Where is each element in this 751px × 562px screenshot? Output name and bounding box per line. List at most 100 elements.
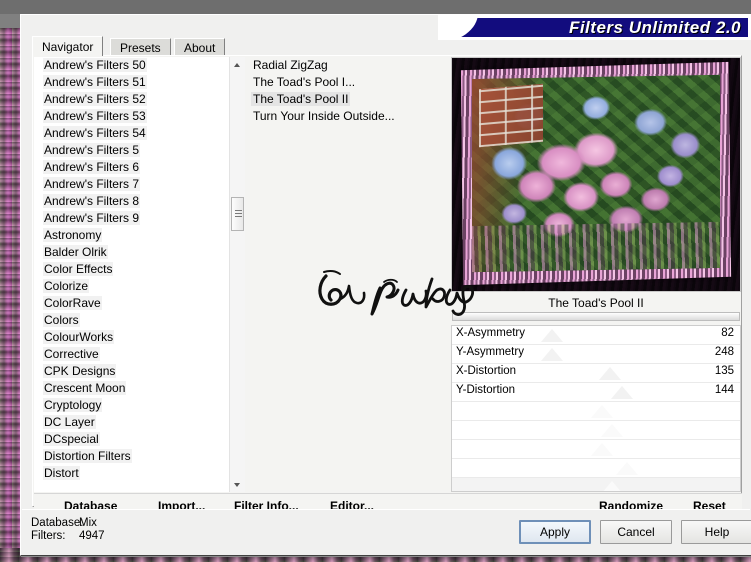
slider-handle-icon[interactable] [616,462,638,475]
slider-handle-icon[interactable] [611,386,633,399]
category-list-item[interactable]: Distort [34,465,237,482]
status-filters-key: Filters: [31,530,66,542]
filter-list-item-label: The Toad's Pool I... [253,75,356,89]
parameter-slider-row-empty[interactable] [452,421,740,440]
category-list-item[interactable]: Colorize [34,278,237,295]
category-list-item[interactable]: Andrew's Filters 7 [34,176,237,193]
filter-list-item[interactable]: The Toad's Pool I... [245,74,448,91]
parameter-slider-list[interactable]: X-Asymmetry 82 Y-Asymmetry 248 X-Distortion 1… [451,325,741,492]
parameter-slider-row-empty[interactable] [452,402,740,421]
category-list-item[interactable]: Colors [34,312,237,329]
parameter-slider-row-empty[interactable] [452,440,740,459]
category-list-item-label: DCspecial [43,432,100,446]
filter-list-item-label: Turn Your Inside Outside... [253,109,395,123]
navigator-content-panel: Andrew's Filters 50 Andrew's Filters 51 An… [32,55,742,520]
category-list-scrollbar[interactable] [229,57,245,492]
category-list-item[interactable]: Andrew's Filters 52 [34,91,237,108]
category-list-item[interactable]: ColorRave [34,295,237,312]
filter-preview-image[interactable] [451,57,741,292]
category-list-item[interactable]: Andrew's Filters 53 [34,108,237,125]
slider-handle-icon[interactable] [541,348,563,361]
parameter-name: Y-Distortion [456,384,516,396]
category-list-item-label: Color Effects [43,262,114,276]
status-filters-value: 4947 [79,530,105,542]
apply-button[interactable]: Apply [519,520,591,544]
category-list-item[interactable]: Balder Olrik [34,244,237,261]
category-list-item[interactable]: Andrew's Filters 8 [34,193,237,210]
preview-progress-bar[interactable] [452,312,740,321]
category-list-item[interactable]: Andrew's Filters 5 [34,142,237,159]
filter-list-item[interactable]: Turn Your Inside Outside... [245,108,448,125]
scroll-up-arrow-icon[interactable] [230,57,245,72]
tab-bar: Navigator Presets About [32,36,742,56]
filter-list-item-label: The Toad's Pool II [251,92,351,106]
category-list-item[interactable]: DCspecial [34,431,237,448]
category-list-item[interactable]: DC Layer [34,414,237,431]
category-list-item-label: ColourWorks [43,330,115,344]
category-list[interactable]: Andrew's Filters 50 Andrew's Filters 51 An… [34,57,237,492]
status-database-key: Database: [31,517,84,529]
category-list-item-label: Andrew's Filters 6 [43,160,140,174]
category-list-item[interactable]: Andrew's Filters 54 [34,125,237,142]
category-list-item[interactable]: Color Effects [34,261,237,278]
tab-about[interactable]: About [174,38,226,55]
category-list-item-label: Distort [43,466,80,480]
preview-and-parameters-panel: The Toad's Pool II X-Asymmetry 82 Y-Asymme… [451,57,741,492]
category-list-item[interactable]: Andrew's Filters 6 [34,159,237,176]
category-list-item[interactable]: CPK Designs [34,363,237,380]
slider-handle-icon[interactable] [599,367,621,380]
parameter-slider-row[interactable]: Y-Distortion 144 [452,383,740,402]
category-list-item-label: Andrew's Filters 52 [43,92,147,106]
category-list-item-label: Astronomy [43,228,103,242]
screenshot-root: Filters Unlimited 2.0 Navigator Presets … [0,0,751,562]
preview-photo-hydrangeas [472,74,720,273]
category-list-item-label: Colors [43,313,80,327]
parameter-name: Y-Asymmetry [456,346,524,358]
category-list-item-label: ColorRave [43,296,102,310]
tab-presets[interactable]: Presets [110,38,171,55]
slider-handle-icon[interactable] [591,405,613,418]
category-list-item-label: Andrew's Filters 53 [43,109,147,123]
category-list-item-label: Crescent Moon [43,381,127,395]
tab-navigator[interactable]: Navigator [32,36,104,56]
category-list-item-label: Corrective [43,347,100,361]
filter-list-item-selected[interactable]: The Toad's Pool II [245,91,448,108]
category-list-item[interactable]: Andrew's Filters 50 [34,57,237,74]
status-database-value: Mix [79,517,97,529]
category-list-item[interactable]: Corrective [34,346,237,363]
category-list-item[interactable]: Crescent Moon [34,380,237,397]
slider-handle-icon[interactable] [591,443,613,456]
app-title: Filters Unlimited 2.0 [568,18,741,37]
category-list-item[interactable]: Astronomy [34,227,237,244]
category-list-item[interactable]: ColourWorks [34,329,237,346]
category-list-item-label: Colorize [43,279,90,293]
parameter-value: 144 [714,384,734,396]
parameter-slider-row-empty[interactable] [452,459,740,478]
filter-list-item[interactable]: Radial ZigZag [245,57,448,74]
parameter-slider-row[interactable]: Y-Asymmetry 248 [452,345,740,364]
preview-brick-wall [479,83,544,147]
category-list-item[interactable]: Cryptology [34,397,237,414]
category-list-item[interactable]: Andrew's Filters 9 [34,210,237,227]
filter-list[interactable]: Radial ZigZag The Toad's Pool I... The Toa… [245,57,448,492]
host-image-left-strip [0,28,22,562]
category-list-item-label: Distortion Filters [43,449,132,463]
category-list-item-label: Andrew's Filters 51 [43,75,147,89]
category-list-item[interactable]: Andrew's Filters 51 [34,74,237,91]
parameter-slider-row[interactable]: X-Asymmetry 82 [452,326,740,345]
parameter-name: X-Asymmetry [456,327,525,339]
category-list-item-label: Andrew's Filters 7 [43,177,140,191]
parameter-name: X-Distortion [456,365,517,377]
cancel-button[interactable]: Cancel [600,520,672,544]
help-button[interactable]: Help [681,520,751,544]
slider-handle-icon[interactable] [541,329,563,342]
category-list-item[interactable]: Distortion Filters [34,448,237,465]
parameter-slider-row[interactable]: X-Distortion 135 [452,364,740,383]
category-list-item-label: CPK Designs [43,364,117,378]
slider-handle-icon[interactable] [601,424,623,437]
slider-handle-icon[interactable] [601,481,623,491]
parameter-slider-row-empty[interactable] [452,478,740,491]
scrollbar-thumb[interactable] [231,197,244,231]
parameter-value: 248 [714,346,734,358]
scroll-down-arrow-icon[interactable] [230,477,245,492]
